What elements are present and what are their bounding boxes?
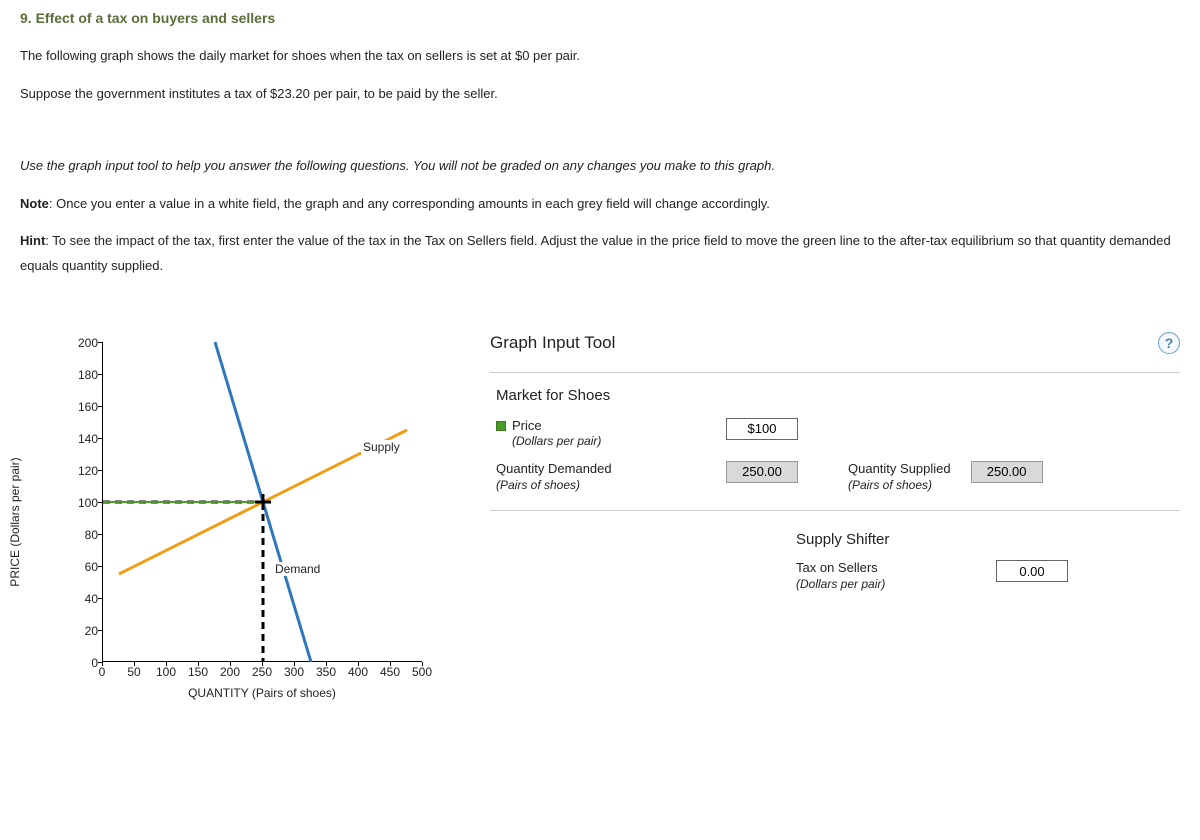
chart-svg[interactable] [103,342,423,662]
xtick-50: 50 [127,665,140,679]
ytick-0: 0 [68,656,98,670]
xtick-250: 250 [252,665,272,679]
ytick-40: 40 [68,592,98,606]
hint-text: : To see the impact of the tax, first en… [20,233,1171,273]
price-input[interactable] [726,418,798,440]
tax-sublabel: (Dollars per pair) [796,577,885,591]
qd-output [726,461,798,483]
instructions-italic: Use the graph input tool to help you ans… [20,154,1180,179]
chart-ylabel: PRICE (Dollars per pair) [8,457,22,586]
tax-label: Tax on Sellers (Dollars per pair) [796,560,885,591]
xtick-150: 150 [188,665,208,679]
qs-label: Quantity Supplied (Pairs of shoes) [848,461,951,492]
chart[interactable]: PRICE (Dollars per pair) Supp [20,332,450,712]
instructions-note: Note: Once you enter a value in a white … [20,192,1180,217]
market-title: Market for Shoes [490,387,1180,404]
qs-output [971,461,1043,483]
panel-title: Graph Input Tool [490,333,615,353]
intro-block: The following graph shows the daily mark… [20,46,1180,103]
question-title: 9. Effect of a tax on buyers and sellers [20,10,1180,26]
demand-label: Demand [273,562,322,576]
intro-p1: The following graph shows the daily mark… [20,46,1180,66]
xtick-350: 350 [316,665,336,679]
ytick-200: 200 [68,336,98,350]
xtick-200: 200 [220,665,240,679]
hint-label: Hint [20,233,45,248]
chart-plot-area[interactable]: Supply Demand [102,342,422,662]
qd-label: Quantity Demanded (Pairs of shoes) [496,461,612,492]
xtick-450: 450 [380,665,400,679]
supply-label: Supply [361,440,402,454]
xtick-500: 500 [412,665,432,679]
ytick-100: 100 [68,496,98,510]
xtick-0: 0 [99,665,106,679]
ytick-20: 20 [68,624,98,638]
price-label: Price (Dollars per pair) [496,418,601,449]
ytick-140: 140 [68,432,98,446]
tax-on-sellers-input[interactable] [996,560,1068,582]
qd-sublabel: (Pairs of shoes) [496,478,580,492]
chart-xlabel: QUANTITY (Pairs of shoes) [102,686,422,700]
price-sublabel: (Dollars per pair) [512,434,601,448]
equilibrium-marker[interactable] [255,494,271,510]
ytick-180: 180 [68,368,98,382]
ytick-120: 120 [68,464,98,478]
ytick-160: 160 [68,400,98,414]
xtick-100: 100 [156,665,176,679]
intro-p2: Suppose the government institutes a tax … [20,84,1180,104]
qs-sublabel: (Pairs of shoes) [848,478,932,492]
supply-shifter-title: Supply Shifter [790,531,1180,548]
xtick-300: 300 [284,665,304,679]
ytick-60: 60 [68,560,98,574]
note-text: : Once you enter a value in a white fiel… [49,196,770,211]
graph-input-tool-panel: Graph Input Tool ? Market for Shoes Pric… [490,332,1180,604]
instructions-block: Use the graph input tool to help you ans… [20,121,1180,302]
xtick-400: 400 [348,665,368,679]
note-label: Note [20,196,49,211]
ytick-80: 80 [68,528,98,542]
help-icon[interactable]: ? [1158,332,1180,354]
instructions-hint: Hint: To see the impact of the tax, firs… [20,229,1180,278]
price-swatch-icon [496,421,506,431]
